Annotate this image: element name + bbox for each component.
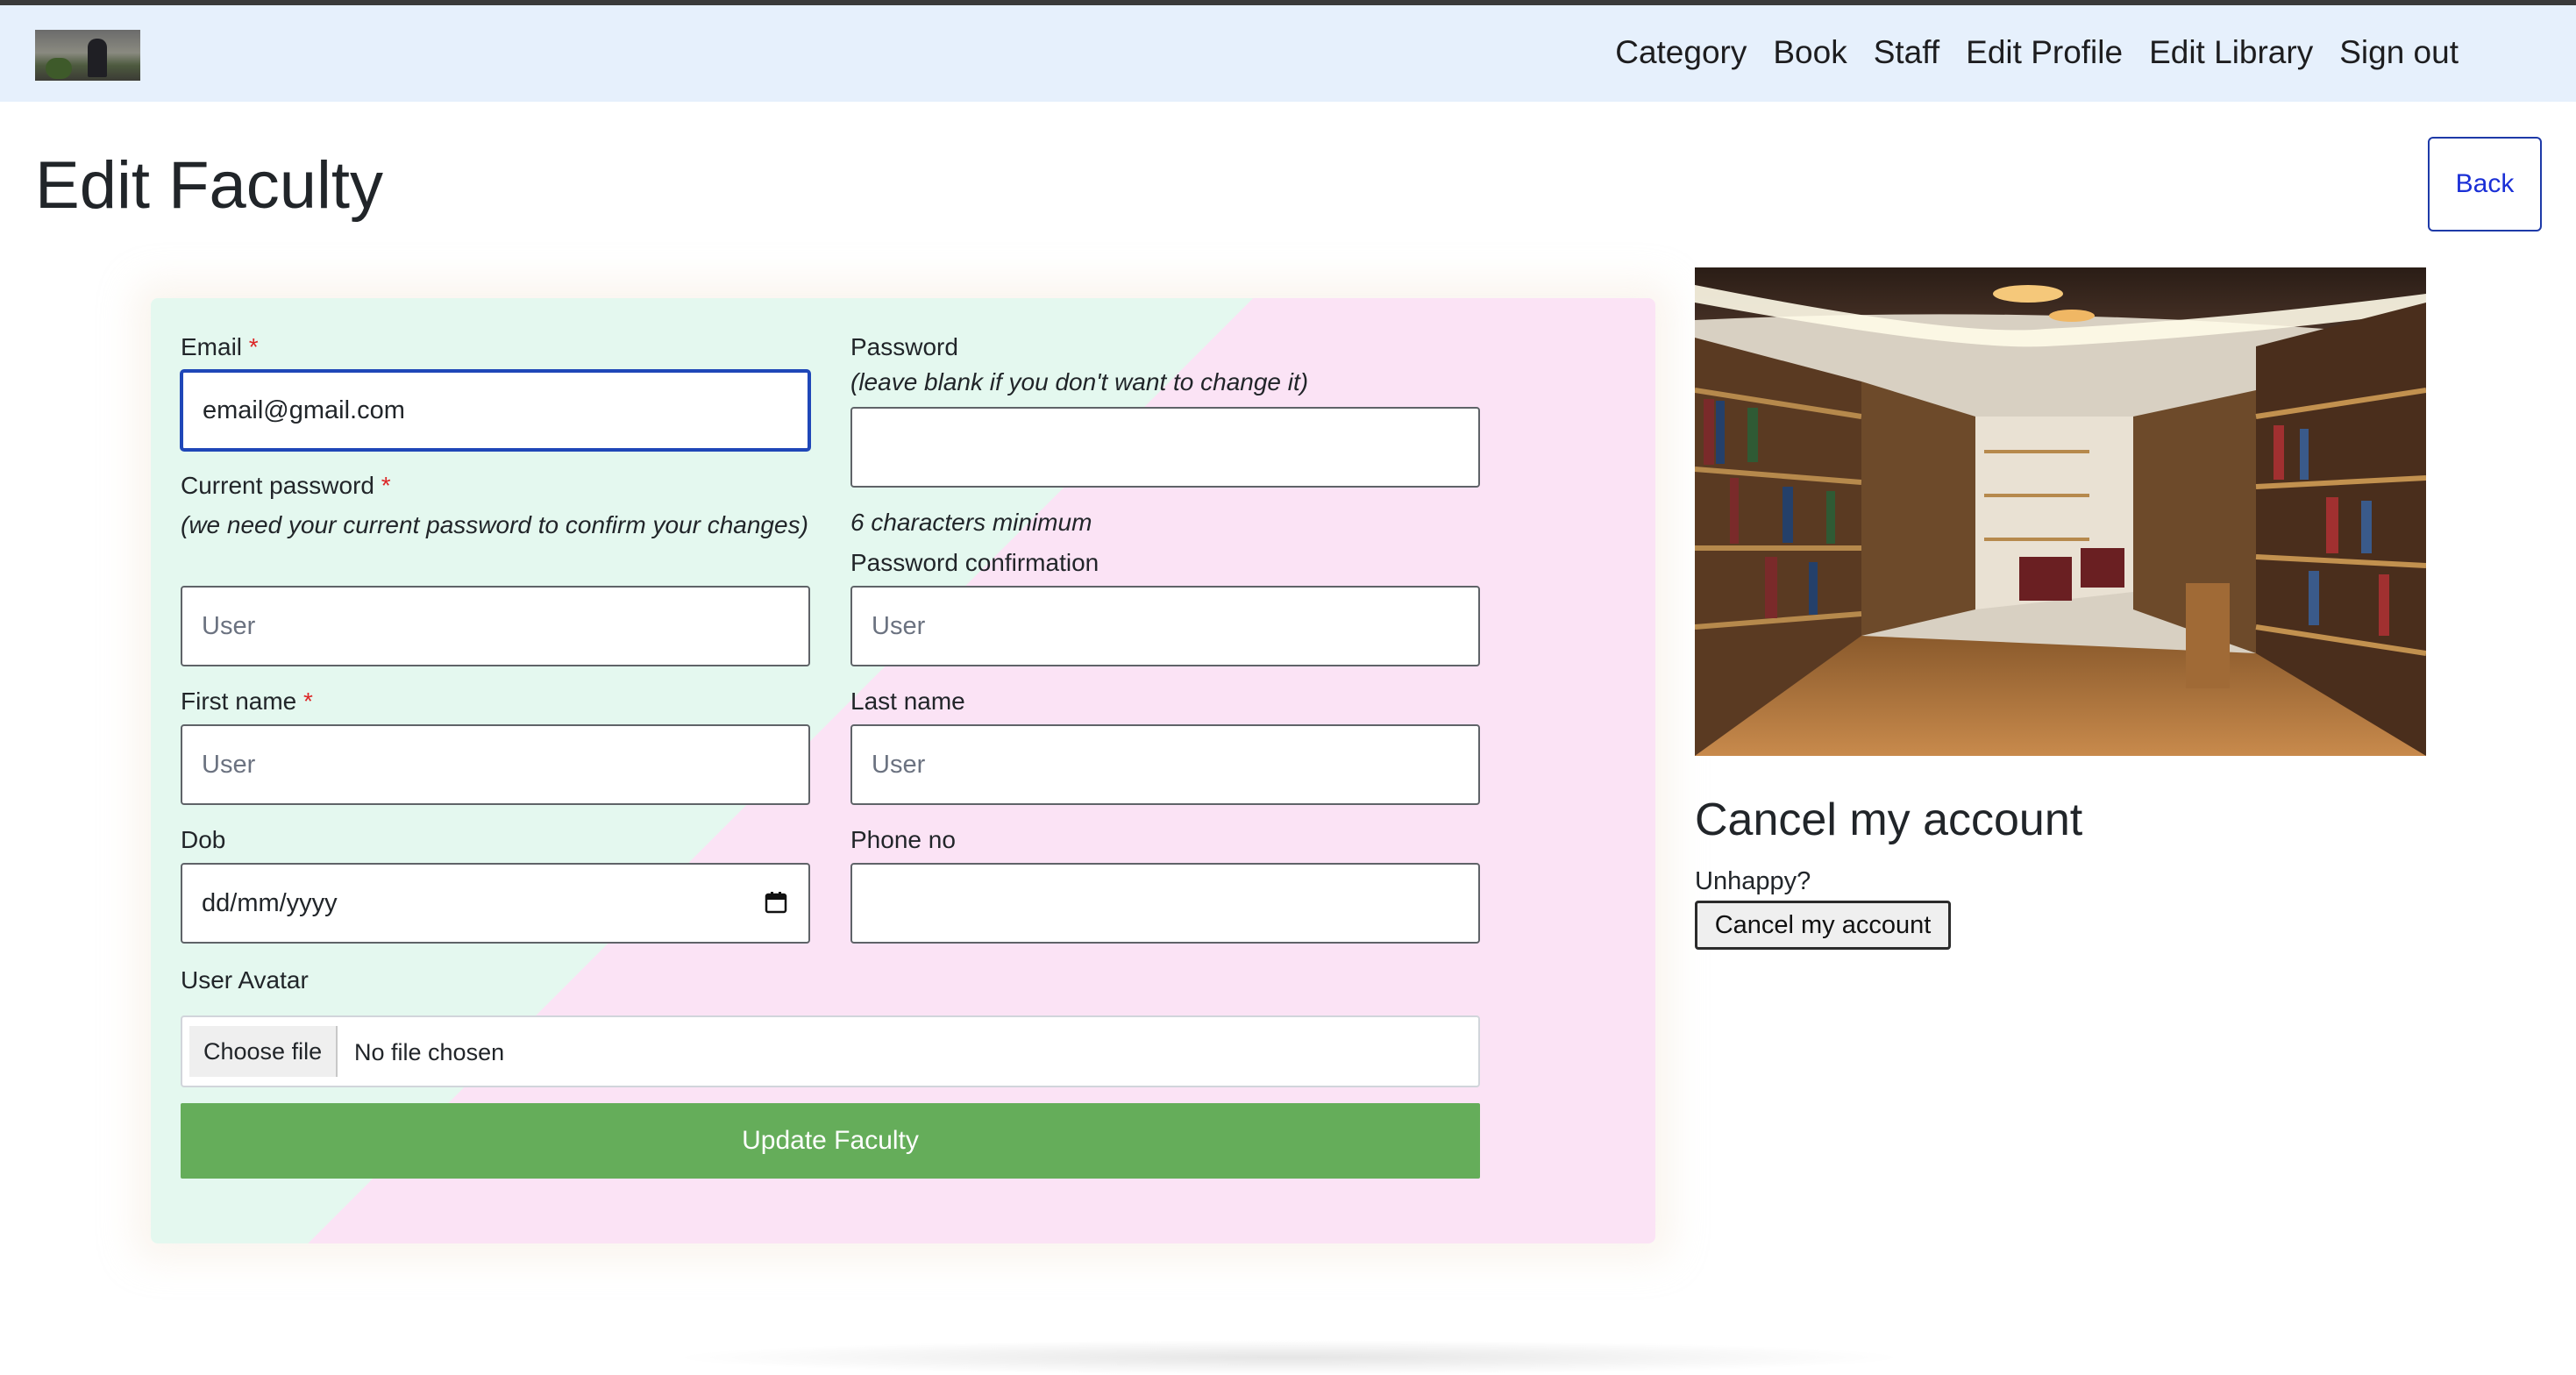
dob-date-input[interactable]: dd/mm/yyyy [181,863,810,944]
update-faculty-button[interactable]: Update Faculty [181,1103,1480,1179]
library-image [1695,267,2426,756]
current-password-label: Current password * [181,468,391,503]
edit-faculty-form: Email * Current password * (we need your… [151,298,1655,1243]
email-label: Email * [181,330,259,365]
current-password-hint: (we need your current password to confir… [181,511,808,538]
nav-link-sign-out[interactable]: Sign out [2339,30,2459,75]
email-input[interactable] [181,370,810,451]
nav-link-category[interactable]: Category [1615,30,1747,75]
nav-link-book[interactable]: Book [1773,30,1847,75]
first-name-input[interactable] [181,724,810,805]
logo-person-shape [88,39,107,77]
password-confirmation-input[interactable] [850,586,1480,666]
last-name-label: Last name [850,688,965,715]
cancel-account-button[interactable]: Cancel my account [1695,901,1951,950]
password-confirmation-label: Password confirmation [850,549,1099,576]
back-button[interactable]: Back [2428,137,2542,232]
phone-input[interactable] [850,863,1480,944]
current-password-input[interactable] [181,586,810,666]
unhappy-text: Unhappy? [1695,867,1811,895]
first-name-label: First name * [181,684,313,719]
nav-links: Category Book Staff Edit Profile Edit Li… [1615,30,2459,75]
logo-plant-shape [46,58,72,79]
cancel-account-heading: Cancel my account [1695,794,2083,845]
nav-link-edit-library[interactable]: Edit Library [2149,30,2313,75]
dob-label: Dob [181,826,226,853]
email-required-marker: * [248,333,259,360]
email-label-text: Email [181,333,243,360]
phone-label: Phone no [850,826,956,853]
bottom-shadow [666,1340,1911,1375]
current-password-label-text: Current password [181,472,374,499]
logo-image[interactable] [35,30,140,81]
last-name-input[interactable] [850,724,1480,805]
navbar: Category Book Staff Edit Profile Edit Li… [0,5,2576,102]
file-status-text: No file chosen [354,1039,505,1065]
first-name-required-marker: * [303,688,313,715]
password-hint: (leave blank if you don't want to change… [850,368,1309,395]
page-title: Edit Faculty [35,148,384,223]
current-password-required-marker: * [381,472,391,499]
password-label: Password [850,333,958,360]
nav-link-staff[interactable]: Staff [1874,30,1939,75]
password-input[interactable] [850,407,1480,488]
first-name-label-text: First name [181,688,297,715]
nav-link-edit-profile[interactable]: Edit Profile [1966,30,2123,75]
dob-value: dd/mm/yyyy [202,889,338,917]
user-avatar-label: User Avatar [181,966,309,994]
password-min-hint: 6 characters minimum [850,509,1092,536]
calendar-icon[interactable] [765,891,787,914]
choose-file-button[interactable]: Choose file [189,1026,338,1077]
avatar-file-input[interactable]: Choose file No file chosen [181,1015,1480,1087]
